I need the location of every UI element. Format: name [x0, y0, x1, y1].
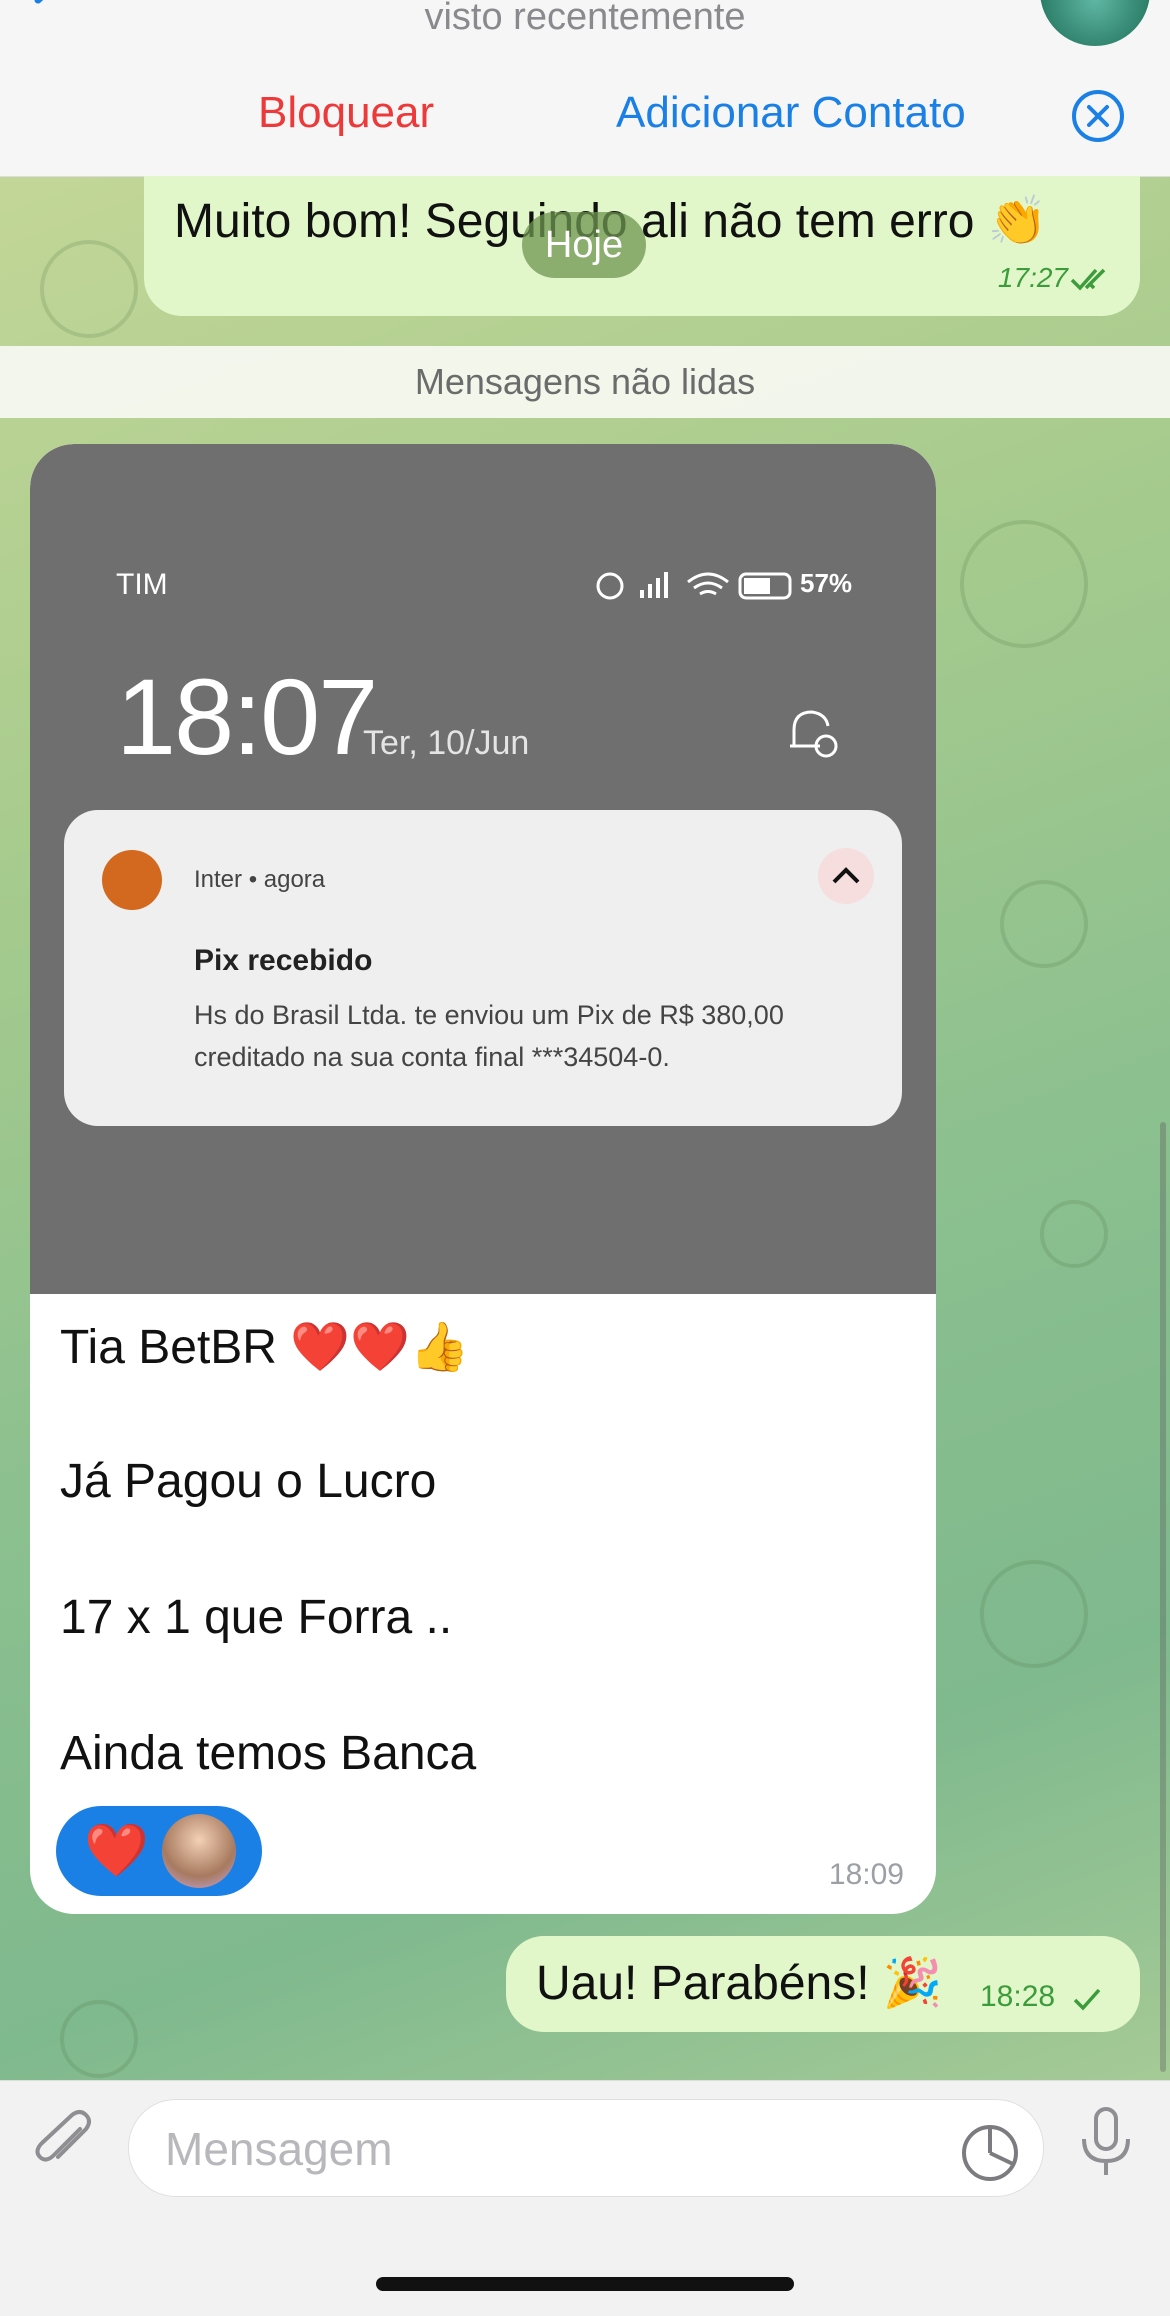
notification-app: Inter • agora	[194, 866, 326, 893]
caption-line: Ainda temos Banca	[60, 1727, 477, 1780]
double-check-icon	[1070, 268, 1106, 291]
lockscreen-date: Ter, 10/Jun	[363, 724, 530, 762]
home-indicator	[376, 2277, 794, 2291]
notification-body-line: Hs do Brasil Ltda. te enviou um Pix de R…	[194, 1000, 784, 1030]
lockscreen-clock: 18:07	[116, 656, 378, 777]
unread-divider: Mensagens não lidas	[0, 346, 1170, 418]
caption-line: 17 x 1 que Forra ..	[60, 1591, 453, 1644]
carrier-label: TIM	[116, 568, 168, 601]
chevron-up-icon	[818, 848, 874, 904]
caption-line: Já Pagou o Lucro	[60, 1455, 437, 1508]
message-text: Uau! Parabéns! 🎉	[536, 1957, 943, 2010]
message-time: 18:09	[828, 1858, 904, 1891]
contact-avatar[interactable]	[1040, 0, 1150, 46]
heart-reaction: ❤️	[84, 1822, 149, 1880]
last-seen-status: visto recentemente	[424, 0, 746, 38]
add-contact-button[interactable]: Adicionar Contato	[616, 88, 966, 138]
attached-screenshot[interactable]: TIM 57% 18:07 Ter, 10/Jun Inter • agora …	[30, 444, 936, 1294]
caption-line: Tia BetBR ❤️❤️👍	[60, 1321, 470, 1374]
message-placeholder: Mensagem	[165, 2123, 393, 2175]
reaction-badge[interactable]: ❤️	[56, 1806, 262, 1896]
scrollbar[interactable]	[1160, 1122, 1166, 2072]
date-pill: Hoje	[522, 212, 646, 278]
message-time: 18:28	[980, 1980, 1056, 2013]
chat-header: visto recentemente	[0, 0, 1170, 59]
close-icon[interactable]	[1070, 88, 1126, 144]
microphone-icon[interactable]	[1076, 2105, 1136, 2179]
notification-body-line: creditado na sua conta final ***34504-0.	[194, 1042, 670, 1072]
sticker-icon[interactable]	[959, 2122, 1021, 2184]
message-input[interactable]: Mensagem	[128, 2099, 1044, 2197]
contact-action-bar: Bloquear Adicionar Contato	[0, 58, 1170, 177]
paperclip-icon[interactable]	[30, 2107, 100, 2177]
pix-notification-card: Inter • agora Pix recebido Hs do Brasil …	[64, 810, 902, 1126]
incoming-media-message[interactable]: TIM 57% 18:07 Ter, 10/Jun Inter • agora …	[30, 444, 936, 1914]
bell-settings-icon	[790, 710, 838, 758]
block-button[interactable]: Bloquear	[258, 88, 434, 138]
inter-app-icon	[102, 850, 162, 910]
message-composer: Mensagem	[0, 2080, 1170, 2316]
status-icons	[596, 572, 792, 600]
battery-percent: 57%	[800, 568, 853, 598]
check-icon	[1073, 1988, 1101, 2011]
outgoing-message[interactable]: Uau! Parabéns! 🎉 18:28	[506, 1936, 1140, 2032]
notification-title: Pix recebido	[194, 944, 373, 977]
reactor-avatar	[162, 1814, 236, 1888]
message-time: 17:27	[997, 262, 1068, 293]
